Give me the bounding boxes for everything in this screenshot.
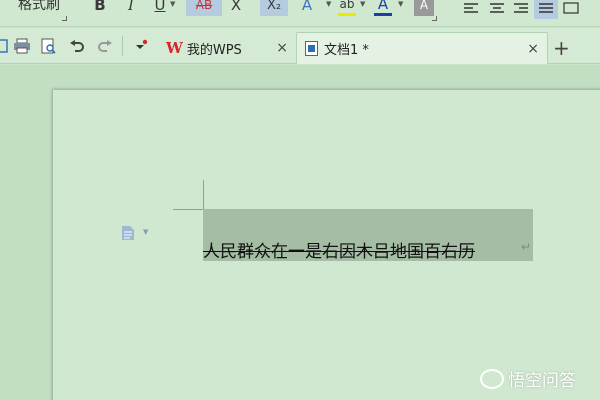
subscript-button[interactable]: X₂ <box>260 0 288 16</box>
justify-button[interactable] <box>534 0 558 19</box>
close-icon[interactable]: × <box>527 41 539 57</box>
align-center-button[interactable] <box>488 0 506 19</box>
redo-icon[interactable] <box>96 37 114 55</box>
format-painter-button[interactable]: 格式刷 <box>18 0 60 14</box>
new-tab-button[interactable]: + <box>553 36 570 60</box>
character-shading-button[interactable]: A <box>414 0 434 16</box>
align-right-icon <box>514 3 528 13</box>
underline-dropdown-icon[interactable]: ▼ <box>170 0 175 8</box>
font-color-button[interactable]: A <box>374 0 392 16</box>
document-icon <box>305 41 318 56</box>
customize-icon[interactable] <box>132 37 150 55</box>
print-preview-icon[interactable] <box>40 37 58 55</box>
close-icon[interactable]: × <box>276 40 288 56</box>
tab-my-wps[interactable]: W 我的WPS × <box>160 32 296 64</box>
distribute-icon <box>563 2 579 14</box>
font-group-launcher[interactable] <box>62 16 67 21</box>
justify-icon <box>539 3 553 13</box>
text-effect-button[interactable]: A <box>298 0 316 16</box>
tab-label: 我的WPS <box>186 42 242 58</box>
strikethrough-button[interactable]: AB <box>186 0 222 16</box>
highlight-dropdown-icon[interactable]: ▼ <box>360 0 365 8</box>
print-icon[interactable] <box>12 37 32 55</box>
document-page[interactable]: ▼ 人民群众在一是右因木吕地国百右历 ↵ <box>53 90 600 400</box>
bold-button[interactable]: B <box>92 0 108 16</box>
align-left-button[interactable] <box>462 0 480 19</box>
crop-mark <box>173 209 203 210</box>
watermark-text: 悟空问答 <box>508 371 576 391</box>
align-right-button[interactable] <box>512 0 530 19</box>
font-dialog-launcher[interactable] <box>432 16 437 21</box>
italic-button[interactable]: I <box>124 0 138 16</box>
ribbon: 格式刷 B I U ▼ AB X X₂ A ▼ ab ▼ A ▼ A <box>0 0 600 27</box>
save-icon[interactable] <box>0 37 8 55</box>
watermark: 悟空问答 <box>480 366 576 391</box>
font-color-dropdown-icon[interactable]: ▼ <box>398 0 403 8</box>
chat-bubble-icon <box>480 368 504 389</box>
highlight-button[interactable]: ab <box>338 0 356 16</box>
distribute-button[interactable] <box>562 0 580 19</box>
align-left-icon <box>464 3 478 13</box>
crop-mark <box>203 180 204 210</box>
paragraph-layout-icon[interactable] <box>121 225 135 245</box>
undo-icon[interactable] <box>68 37 86 55</box>
toolbar-separator <box>122 36 123 56</box>
title-tab-bar: W 我的WPS × 文档1 * × + <box>0 28 600 64</box>
paragraph-mark: ↵ <box>521 240 532 254</box>
tab-document-1[interactable]: 文档1 * × <box>296 32 548 64</box>
align-center-icon <box>490 3 504 13</box>
clear-format-button[interactable]: X <box>228 0 244 16</box>
tab-label: 文档1 * <box>324 43 369 58</box>
document-workspace[interactable]: ▼ 人民群众在一是右因木吕地国百右历 ↵ <box>0 65 600 400</box>
text-effect-dropdown-icon[interactable]: ▼ <box>326 0 331 8</box>
underline-button[interactable]: U <box>152 0 168 16</box>
document-text[interactable]: 人民群众在一是右因木吕地国百右历 <box>203 237 475 262</box>
wps-logo-icon: W <box>166 39 183 57</box>
chevron-down-icon[interactable]: ▼ <box>143 228 148 236</box>
